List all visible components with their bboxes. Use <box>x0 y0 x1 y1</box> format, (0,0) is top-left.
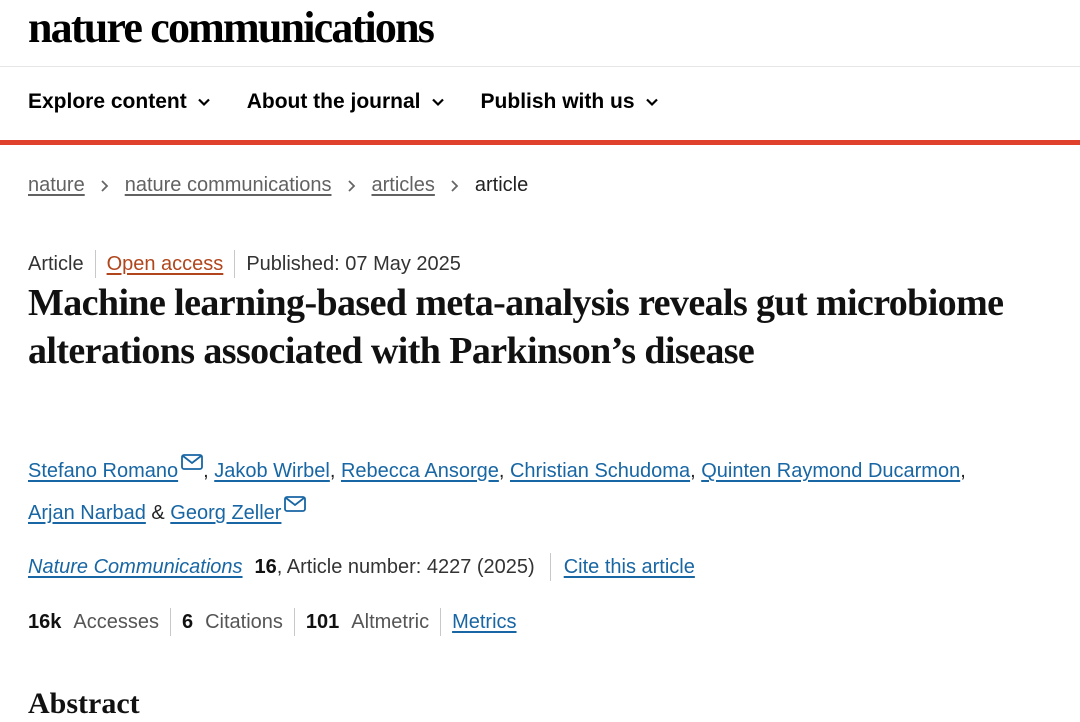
mail-icon[interactable] <box>181 454 204 470</box>
published-date: Published: 07 May 2025 <box>246 252 461 275</box>
journal-logo[interactable]: nature communications <box>28 5 435 51</box>
divider <box>169 608 171 636</box>
divider <box>549 553 551 581</box>
breadcrumb-articles[interactable]: articles <box>372 174 435 197</box>
journal-link[interactable]: Nature Communications <box>28 556 243 579</box>
altmetric-score: 101 <box>305 610 340 633</box>
accesses-label: Accesses <box>73 610 159 633</box>
chevron-down-icon <box>431 98 444 107</box>
accesses-count: 16k <box>28 610 62 633</box>
metrics-bar: 16k Accesses 6 Citations 101 Altmetric M… <box>28 608 517 636</box>
breadcrumb: nature nature communications articles ar… <box>28 174 528 197</box>
breadcrumb-nature-communications[interactable]: nature communications <box>125 174 332 197</box>
metrics-link[interactable]: Metrics <box>452 611 516 634</box>
author-link[interactable]: Quinten Raymond Ducarmon <box>701 460 960 482</box>
citation-line: Nature Communications 16 , Article numbe… <box>28 553 695 581</box>
author-link[interactable]: Jakob Wirbel <box>214 460 330 482</box>
author-list: Stefano Romano, Jakob Wirbel, Rebecca An… <box>28 450 1048 534</box>
divider <box>234 250 236 278</box>
volume: 16 <box>254 555 277 578</box>
chevron-down-icon <box>197 98 210 107</box>
chevron-right-icon <box>101 179 108 192</box>
article-type: Article <box>28 252 84 275</box>
author-link[interactable]: Stefano Romano <box>28 460 178 482</box>
article-meta: Article Open access Published: 07 May 20… <box>28 250 461 278</box>
open-access-link[interactable]: Open access <box>107 253 224 276</box>
abstract-heading: Abstract <box>28 687 140 720</box>
nav-publish-with-us[interactable]: Publish with us <box>481 90 659 114</box>
mail-icon[interactable] <box>284 496 307 512</box>
chevron-down-icon <box>645 98 658 107</box>
citations-label: Citations <box>205 610 283 633</box>
accent-bar <box>0 140 1080 145</box>
citations-count: 6 <box>181 610 194 633</box>
nav-explore-content-label: Explore content <box>28 90 187 113</box>
nav-about-journal[interactable]: About the journal <box>247 90 445 114</box>
chevron-right-icon <box>347 179 355 192</box>
article-title: Machine learning-based meta-analysis rev… <box>28 282 1004 372</box>
article-number: , Article number: 4227 (2025) <box>276 555 535 578</box>
main-nav: Explore content About the journal Publis… <box>28 90 695 114</box>
breadcrumb-current: article <box>474 174 529 196</box>
nav-about-journal-label: About the journal <box>246 90 421 113</box>
author-link[interactable]: Rebecca Ansorge <box>341 460 499 482</box>
author-link[interactable]: Arjan Narbad <box>28 502 146 524</box>
divider <box>293 608 295 636</box>
author-link[interactable]: Christian Schudoma <box>510 460 690 482</box>
altmetric-label: Altmetric <box>351 610 430 633</box>
header-divider <box>0 66 1080 67</box>
cite-this-article-link[interactable]: Cite this article <box>564 556 695 579</box>
nav-explore-content[interactable]: Explore content <box>28 90 211 114</box>
nav-publish-with-us-label: Publish with us <box>480 90 635 113</box>
author-link[interactable]: Georg Zeller <box>170 502 281 524</box>
divider <box>94 250 96 278</box>
breadcrumb-nature[interactable]: nature <box>28 174 85 197</box>
chevron-right-icon <box>451 179 459 192</box>
divider <box>440 608 442 636</box>
